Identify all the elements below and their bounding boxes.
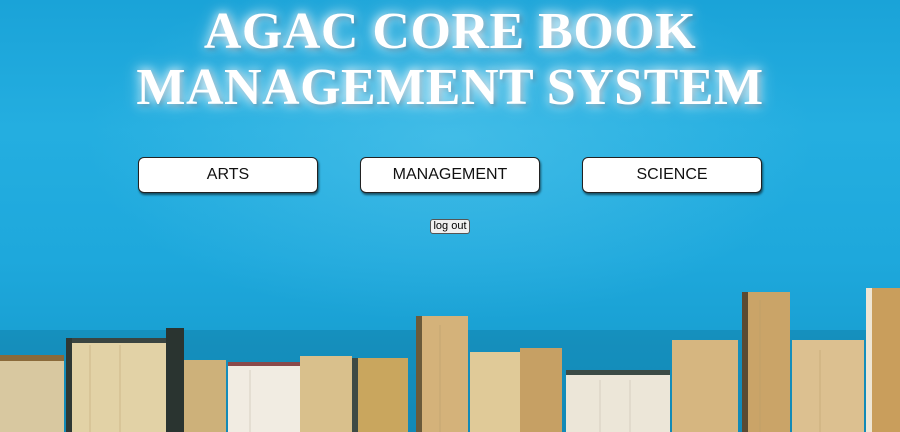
science-button[interactable]: SCIENCE: [582, 157, 762, 193]
page-title: AGAC CORE BOOK MANAGEMENT SYSTEM: [136, 3, 764, 116]
logout-button[interactable]: log out: [430, 219, 470, 234]
management-button[interactable]: MANAGEMENT: [360, 157, 540, 193]
arts-button[interactable]: ARTS: [138, 157, 318, 193]
